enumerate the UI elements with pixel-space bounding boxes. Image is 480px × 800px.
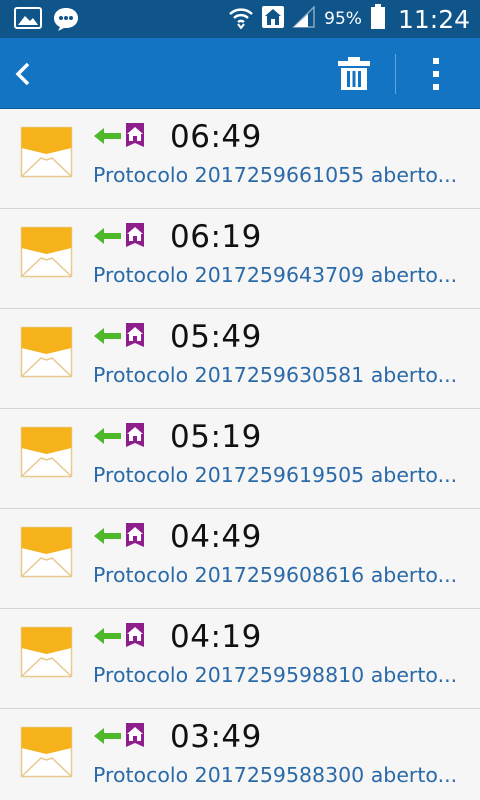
battery-icon <box>370 3 386 35</box>
envelope-icon <box>20 526 73 578</box>
home-badge-icon <box>124 123 146 147</box>
status-bar: 95% 11:24 <box>0 0 480 38</box>
message-time: 05:19 <box>170 419 262 455</box>
list-item[interactable]: 03:49 Protocolo 2017259588300 aberto... <box>0 709 480 800</box>
signal-icon <box>292 4 316 33</box>
home-badge-icon <box>124 423 146 447</box>
message-preview: Protocolo 2017259608616 aberto... <box>93 563 458 587</box>
received-arrow-icon <box>94 526 122 546</box>
message-preview: Protocolo 2017259588300 aberto... <box>93 763 458 787</box>
wifi-icon <box>228 5 254 34</box>
home-badge-icon <box>124 523 146 547</box>
home-badge-icon <box>124 223 146 247</box>
battery-percent: 95% <box>324 9 362 29</box>
message-preview: Protocolo 2017259619505 aberto... <box>93 463 458 487</box>
back-icon <box>15 62 30 86</box>
clock: 11:24 <box>397 4 470 34</box>
received-arrow-icon <box>94 426 122 446</box>
home-notification-icon <box>262 5 285 33</box>
delete-button[interactable] <box>334 56 374 92</box>
list-item[interactable]: 04:49 Protocolo 2017259608616 aberto... <box>0 509 480 609</box>
envelope-icon <box>20 426 73 478</box>
message-preview: Protocolo 2017259643709 aberto... <box>93 263 458 287</box>
list-item[interactable]: 06:49 Protocolo 2017259661055 aberto... <box>0 109 480 209</box>
envelope-icon <box>20 326 73 378</box>
list-item[interactable]: 06:19 Protocolo 2017259643709 aberto... <box>0 209 480 309</box>
message-preview: Protocolo 2017259661055 aberto... <box>93 163 458 187</box>
list-item[interactable]: 04:19 Protocolo 2017259598810 aberto... <box>0 609 480 709</box>
message-list: 06:49 Protocolo 2017259661055 aberto... … <box>0 109 480 800</box>
home-badge-icon <box>124 623 146 647</box>
message-time: 06:19 <box>170 219 262 255</box>
overflow-menu-icon <box>433 58 439 90</box>
message-time: 05:49 <box>170 319 262 355</box>
received-arrow-icon <box>94 626 122 646</box>
gallery-icon <box>14 6 42 37</box>
action-bar <box>0 38 480 109</box>
message-preview: Protocolo 2017259598810 aberto... <box>93 663 458 687</box>
home-badge-icon <box>124 723 146 747</box>
message-time: 03:49 <box>170 719 262 755</box>
back-button[interactable] <box>8 56 40 92</box>
chat-icon <box>52 6 80 37</box>
received-arrow-icon <box>94 726 122 746</box>
received-arrow-icon <box>94 126 122 146</box>
envelope-icon <box>20 726 73 778</box>
envelope-icon <box>20 626 73 678</box>
list-item[interactable]: 05:19 Protocolo 2017259619505 aberto... <box>0 409 480 509</box>
received-arrow-icon <box>94 226 122 246</box>
action-bar-divider <box>395 54 396 94</box>
envelope-icon <box>20 226 73 278</box>
list-item[interactable]: 05:49 Protocolo 2017259630581 aberto... <box>0 309 480 409</box>
message-time: 04:49 <box>170 519 262 555</box>
message-time: 04:19 <box>170 619 262 655</box>
received-arrow-icon <box>94 326 122 346</box>
message-preview: Protocolo 2017259630581 aberto... <box>93 363 458 387</box>
trash-icon <box>338 57 370 90</box>
envelope-icon <box>20 126 73 178</box>
message-time: 06:49 <box>170 119 262 155</box>
overflow-menu-button[interactable] <box>424 54 448 94</box>
home-badge-icon <box>124 323 146 347</box>
